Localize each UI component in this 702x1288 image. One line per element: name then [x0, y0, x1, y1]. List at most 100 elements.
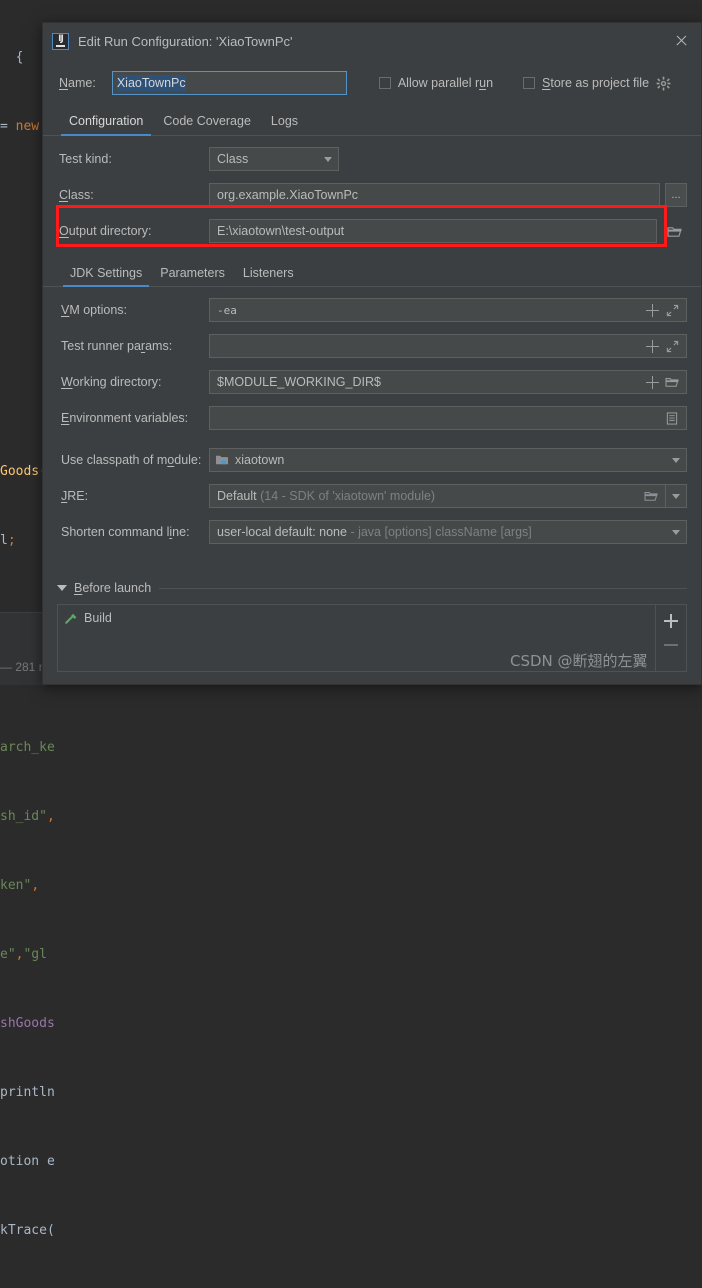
vm-options-label: VM options:: [61, 303, 128, 317]
tab-listeners[interactable]: Listeners: [234, 266, 303, 286]
checkbox-box: [523, 77, 536, 89]
chevron-down-icon: [668, 485, 684, 507]
output-directory-label: Output directory:: [59, 224, 152, 238]
code-line: ken",: [0, 878, 40, 893]
class-input[interactable]: org.example.XiaoTownPc: [209, 183, 660, 207]
before-launch-header[interactable]: Before launch: [57, 579, 687, 597]
list-item[interactable]: Build: [58, 608, 655, 627]
vm-options-input[interactable]: -ea: [209, 298, 687, 322]
folder-icon[interactable]: [662, 372, 682, 392]
configuration-panel: Test kind: Class Class: org.example.Xiao…: [43, 146, 701, 244]
expand-icon[interactable]: [662, 300, 682, 320]
dialog-titlebar: Edit Run Configuration: 'XiaoTownPc': [43, 23, 701, 59]
test-kind-dropdown[interactable]: Class: [209, 147, 339, 171]
module-folder-icon: [215, 454, 229, 466]
watermark: CSDN @断翅的左翼: [510, 652, 648, 670]
output-directory-browse-icon[interactable]: [661, 221, 687, 241]
dialog-tabs: Configuration Code Coverage Logs: [43, 105, 701, 136]
chevron-down-icon: [320, 148, 336, 170]
class-row: Class: org.example.XiaoTownPc ...: [59, 182, 687, 208]
gear-icon[interactable]: [656, 76, 671, 91]
class-label: Class:: [59, 188, 94, 202]
code-line: arch_ke: [0, 740, 55, 755]
jre-row: JRE: Default (14 - SDK of 'xiaotown' mod…: [61, 483, 687, 509]
test-runner-params-input[interactable]: [209, 334, 687, 358]
close-icon[interactable]: [671, 30, 693, 52]
chevron-down-icon: [668, 521, 684, 543]
output-directory-row: Output directory: E:\xiaotown\test-outpu…: [59, 218, 687, 244]
store-as-project-file-label: Store as project file: [542, 76, 650, 90]
code-line: kTrace(: [0, 1223, 55, 1238]
shorten-command-line-dropdown[interactable]: user-local default: none - java [options…: [209, 520, 687, 544]
code-line: shGoods: [0, 1016, 55, 1031]
plus-icon[interactable]: [642, 300, 662, 320]
use-classpath-of-module-label: Use classpath of module:: [61, 453, 202, 467]
test-kind-row: Test kind: Class: [59, 146, 687, 172]
jre-hint: (14 - SDK of 'xiaotown' module): [260, 489, 436, 503]
working-directory-row: Working directory: $MODULE_WORKING_DIR$: [61, 369, 687, 395]
edit-run-configuration-dialog: Edit Run Configuration: 'XiaoTownPc' Nam…: [42, 22, 702, 685]
working-directory-input[interactable]: $MODULE_WORKING_DIR$: [209, 370, 687, 394]
code-line: otion e: [0, 1154, 55, 1169]
name-input-value: XiaoTownPc: [116, 75, 186, 91]
chevron-down-icon: [57, 585, 67, 591]
tab-jdk-settings[interactable]: JDK Settings: [61, 266, 151, 287]
chevron-down-icon: [668, 449, 684, 471]
jre-dropdown-button[interactable]: [665, 484, 687, 508]
environment-variables-label: Environment variables:: [61, 411, 189, 425]
tab-configuration[interactable]: Configuration: [59, 114, 153, 136]
use-classpath-of-module-row: Use classpath of module: xiaotown: [61, 447, 687, 473]
use-classpath-of-module-value: xiaotown: [235, 453, 285, 467]
code-line: e","gl: [0, 947, 47, 962]
list-icon[interactable]: [662, 408, 682, 428]
store-as-project-file-checkbox[interactable]: Store as project file: [523, 76, 671, 91]
tab-code-coverage[interactable]: Code Coverage: [153, 114, 261, 135]
test-kind-label: Test kind:: [59, 152, 112, 166]
add-button[interactable]: [659, 609, 683, 633]
hammer-icon: [64, 611, 78, 625]
test-runner-params-label: Test runner params:: [61, 339, 173, 353]
dialog-title: Edit Run Configuration: 'XiaoTownPc': [78, 33, 293, 49]
jre-value: Default: [217, 489, 257, 503]
before-launch-toolbar: [655, 605, 686, 671]
folder-icon[interactable]: [641, 486, 661, 506]
output-directory-input[interactable]: E:\xiaotown\test-output: [209, 219, 657, 243]
code-line: println: [0, 1085, 55, 1100]
plus-icon[interactable]: [642, 372, 662, 392]
jdk-settings-tabs: JDK Settings Parameters Listeners: [43, 258, 701, 287]
shorten-command-line-row: Shorten command line: user-local default…: [61, 519, 687, 545]
intellij-idea-icon: [52, 32, 69, 50]
plus-icon[interactable]: [642, 336, 662, 356]
code-line: sh_id",: [0, 809, 55, 824]
class-browse-button[interactable]: ...: [665, 183, 687, 207]
name-row: Name: XiaoTownPc Allow parallel run Stor…: [43, 67, 701, 99]
vm-options-value: -ea: [217, 303, 237, 317]
shorten-command-line-label: Shorten command line:: [61, 525, 190, 539]
test-kind-value: Class: [217, 152, 249, 166]
working-directory-value: $MODULE_WORKING_DIR$: [217, 375, 381, 389]
checkbox-box: [378, 77, 391, 89]
jre-value-wrap: Default (14 - SDK of 'xiaotown' module): [217, 489, 641, 503]
class-value: org.example.XiaoTownPc: [217, 188, 359, 202]
environment-variables-input[interactable]: [209, 406, 687, 430]
tab-parameters[interactable]: Parameters: [151, 266, 234, 286]
expand-icon[interactable]: [662, 336, 682, 356]
shorten-command-line-value: user-local default: none: [217, 525, 347, 539]
before-launch-title: Before launch: [74, 581, 152, 595]
tab-logs[interactable]: Logs: [261, 114, 308, 135]
output-directory-value: E:\xiaotown\test-output: [217, 224, 345, 238]
jdk-settings-panel: VM options: -ea Test runner params: Work…: [43, 297, 701, 545]
remove-button[interactable]: [659, 633, 683, 657]
shorten-command-line-hint: - java [options] className [args]: [350, 525, 532, 539]
test-runner-params-row: Test runner params:: [61, 333, 687, 359]
jre-input[interactable]: Default (14 - SDK of 'xiaotown' module): [209, 484, 665, 508]
jre-label: JRE:: [61, 489, 89, 503]
name-input[interactable]: XiaoTownPc: [111, 71, 347, 95]
allow-parallel-run-label: Allow parallel run: [397, 76, 494, 90]
working-directory-label: Working directory:: [61, 375, 162, 389]
name-label: Name:: [59, 76, 96, 90]
allow-parallel-run-checkbox[interactable]: Allow parallel run: [378, 76, 494, 90]
divider: [159, 587, 687, 589]
list-item-label: Build: [84, 610, 112, 625]
use-classpath-of-module-dropdown[interactable]: xiaotown: [209, 448, 687, 472]
